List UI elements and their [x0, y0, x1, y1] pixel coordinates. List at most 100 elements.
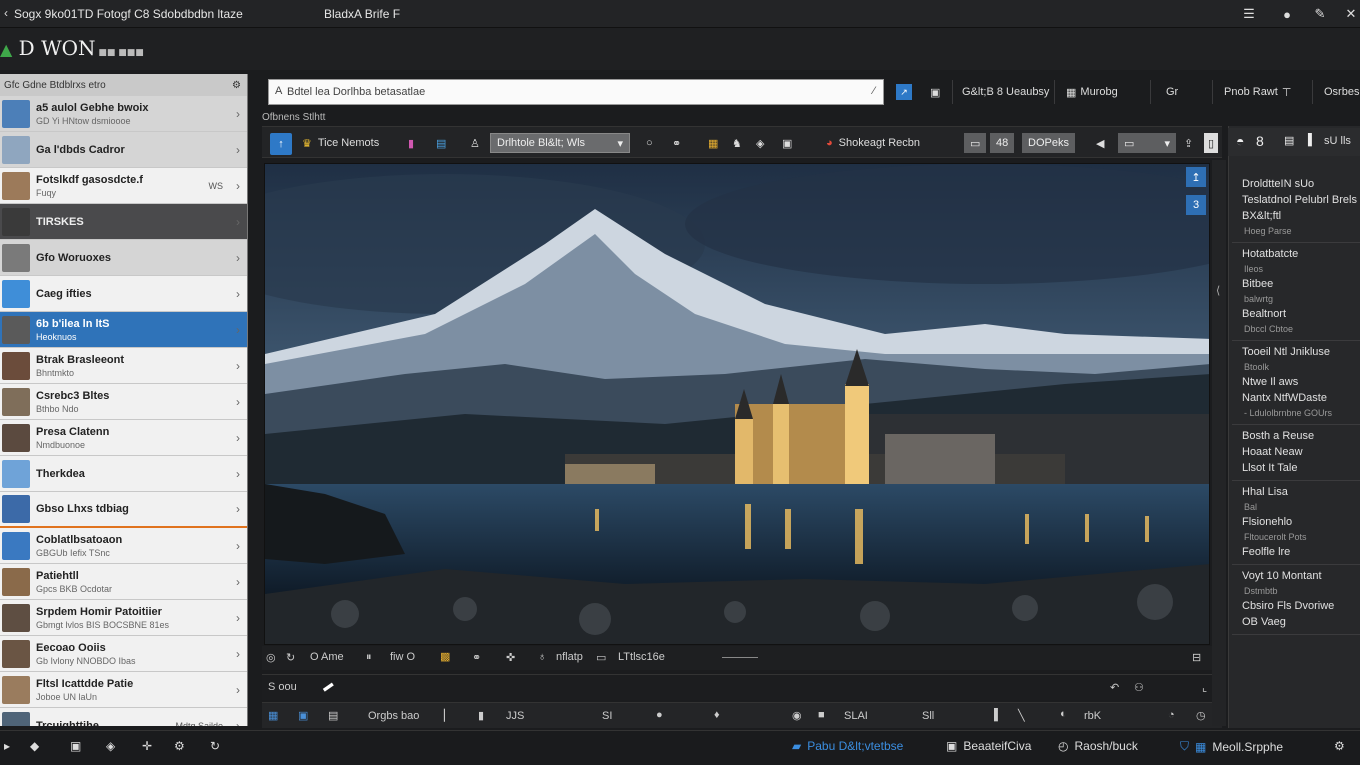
folder-icon[interactable]: ▤ [436, 133, 446, 153]
photo-icon[interactable]: ▣ [298, 709, 308, 722]
arrow-icon[interactable]: ▸ [4, 739, 10, 753]
top-button-2[interactable]: ▦ Murobg [1066, 80, 1118, 104]
loop-icon[interactable]: ↻ [286, 651, 295, 664]
top-button-3[interactable]: Gr [1166, 80, 1178, 104]
drop-icon[interactable]: ♦ [714, 709, 720, 721]
color-swatch-icon[interactable]: ▦ [708, 133, 718, 153]
mask-icon[interactable]: ◓ [1236, 133, 1244, 149]
stack-icon[interactable]: ▣ [930, 80, 940, 104]
property-item[interactable]: Feolfle lre [1242, 546, 1290, 558]
property-item[interactable]: DroldtteIN sUo [1242, 178, 1314, 190]
bucket-icon[interactable]: ♞ [732, 133, 742, 153]
tag2-icon[interactable]: ◈ [756, 133, 764, 153]
fit-button[interactable]: ↥ [1186, 167, 1206, 187]
list-item[interactable]: Csrebc3 Bltes Bthbo Ndo › [0, 384, 247, 420]
export-icon[interactable]: ⇪ [1184, 133, 1193, 153]
mode-field[interactable]: DOPeks [1022, 133, 1075, 153]
title-button[interactable]: ♛ Tice Nemots [302, 133, 379, 153]
clock-icon[interactable]: ◷ [1196, 709, 1206, 722]
list-item[interactable]: TIRSKES › [0, 204, 247, 240]
top-button-4[interactable]: Pnob Rawt ⊤ [1224, 80, 1291, 104]
property-item[interactable]: Cbsiro Fls Dvoriwe [1242, 600, 1334, 612]
preset-dropdown[interactable]: Drlhtole Bl&lt; Wls ▾ [490, 133, 630, 153]
list-item[interactable]: Patiehtll Gpcs BKB Ocdotar › [0, 564, 247, 600]
effect-button[interactable]: ◕ Shokeagt Recbn [826, 133, 920, 153]
list-item[interactable]: Fotslkdf gasosdcte.f Fuqy WS › [0, 168, 247, 204]
adjust-icon[interactable]: ▐ [1304, 134, 1312, 146]
property-item[interactable]: Hotatbatcte [1242, 248, 1298, 260]
property-item[interactable]: Llsot It Tale [1242, 462, 1297, 474]
list-item[interactable]: Gbso Lhxs tdbiag › [0, 492, 247, 528]
play-icon[interactable]: ◎ [266, 651, 276, 664]
zoom-button[interactable]: 3 [1186, 195, 1206, 215]
close-icon[interactable]: ✕ [1340, 4, 1360, 24]
corner-icon[interactable]: ⌞ [1202, 681, 1207, 694]
clip-icon[interactable]: ▭ [596, 651, 606, 664]
user-icon[interactable]: ♙ [470, 133, 480, 153]
expand-icon[interactable]: ⊟ [1192, 651, 1201, 664]
back-icon[interactable]: ◀ [1096, 133, 1104, 153]
list-item[interactable]: Trcuighttihe Mdtg Sailde › [0, 708, 247, 726]
list-item[interactable]: 6b b'ilea ln ltS Heoknuos › [0, 312, 247, 348]
list-item[interactable]: Therkdea › [0, 456, 247, 492]
property-item[interactable]: Bealtnort [1242, 308, 1286, 320]
brush-icon[interactable]: ▬ [320, 678, 336, 694]
share-button[interactable]: ↗ [896, 80, 912, 104]
property-item[interactable]: Teslatdnol Pelubrl Brels [1242, 194, 1357, 206]
page-icon[interactable]: ▯ [1204, 133, 1218, 153]
top-button-5[interactable]: Osrbes [1324, 80, 1359, 104]
collapse-icon[interactable]: ⟨ [1216, 284, 1220, 297]
dock-item-4[interactable]: ⛉ ▦ Meoll.Srpphe [1180, 739, 1283, 754]
pause-icon[interactable]: ⏸ [366, 651, 372, 664]
size-dropdown[interactable]: ▭ ▾ [1118, 133, 1176, 153]
property-item[interactable]: Nantx NtfWDaste [1242, 392, 1327, 404]
gallery-icon[interactable]: ▤ [328, 709, 338, 722]
list-item[interactable]: Coblatlbsatoaon GBGUb Iefix TSnc › [0, 528, 247, 564]
layers-icon[interactable]: ▤ [1284, 134, 1294, 147]
settings-icon[interactable]: ⚙ [232, 80, 241, 91]
shape-icon[interactable]: ◐ [1060, 708, 1067, 720]
clear-search-icon[interactable]: ⁄ [873, 85, 875, 97]
refresh-icon[interactable]: ↻ [210, 739, 220, 753]
property-item[interactable]: Bosth a Reuse [1242, 430, 1314, 442]
tag-icon[interactable]: ▮ [408, 133, 414, 153]
undo-icon[interactable]: ↶ [1110, 681, 1119, 694]
list-item[interactable]: Ga l'dbds Cadror › [0, 132, 247, 168]
chat-icon[interactable]: ◆ [30, 739, 39, 753]
cursor-icon[interactable]: ✜ [506, 651, 515, 664]
chevron-left-icon[interactable]: ‹ [4, 6, 8, 20]
frame-icon[interactable]: ▣ [782, 133, 792, 153]
grid-view-icon[interactable]: ▦ [268, 709, 278, 722]
property-item[interactable]: BX&lt;ftl [1242, 210, 1281, 222]
minus-button[interactable]: ▭ [964, 133, 987, 153]
record-icon[interactable]: ● [1276, 4, 1298, 24]
property-item[interactable]: Hhal Lisa [1242, 486, 1288, 498]
people-icon[interactable]: ⚇ [1134, 681, 1144, 694]
search-tool-icon[interactable]: ○ [646, 133, 653, 153]
gear-icon[interactable]: ⚙ [174, 739, 185, 753]
square-icon[interactable]: ■ [818, 709, 825, 721]
link-icon[interactable]: ⚭ [672, 133, 681, 153]
pen-icon[interactable]: ✎ [1309, 4, 1331, 24]
info-icon[interactable]: ▮ [478, 709, 484, 722]
crosshair-icon[interactable]: ✛ [142, 739, 152, 753]
list-item[interactable]: Caeg ifties › [0, 276, 247, 312]
dock-item-1[interactable]: ▰ Pabu D&lt;vtetbse [792, 739, 903, 753]
bar-icon[interactable]: ▏ [444, 709, 452, 722]
list-item[interactable]: Eecoao Ooiis Gb Ivlony NNOBDO Ibas › [0, 636, 247, 672]
panel-scroll-gutter[interactable]: ⟨ [1212, 160, 1226, 726]
tag-dock-icon[interactable]: ◈ [106, 739, 115, 753]
image-icon[interactable]: ▩ [440, 650, 450, 663]
list-item[interactable]: Srpdem Homir Patoitiier Gbmgt lvlos BIS B… [0, 600, 247, 636]
globe-icon[interactable]: ◉ [792, 709, 802, 722]
property-item[interactable]: Tooeil Ntl Jnikluse [1242, 346, 1330, 358]
list-item[interactable]: Btrak Brasleeont Bhntmkto › [0, 348, 247, 384]
top-button-1[interactable]: G&lt;B 8 Ueaubsy [962, 80, 1049, 104]
add-layer-button[interactable]: ↑ [270, 133, 292, 155]
property-item[interactable]: Flsionehlo [1242, 516, 1292, 528]
frame-dock-icon[interactable]: ▣ [70, 739, 81, 753]
chain-icon[interactable]: ⚭ [472, 651, 481, 664]
dock-item-3[interactable]: ◴ Raosh/buck [1058, 739, 1138, 753]
dot-icon[interactable]: ● [656, 709, 663, 721]
search-input[interactable]: A Bdtel lea Dorlhba betasatlae ⁄ [268, 79, 884, 105]
